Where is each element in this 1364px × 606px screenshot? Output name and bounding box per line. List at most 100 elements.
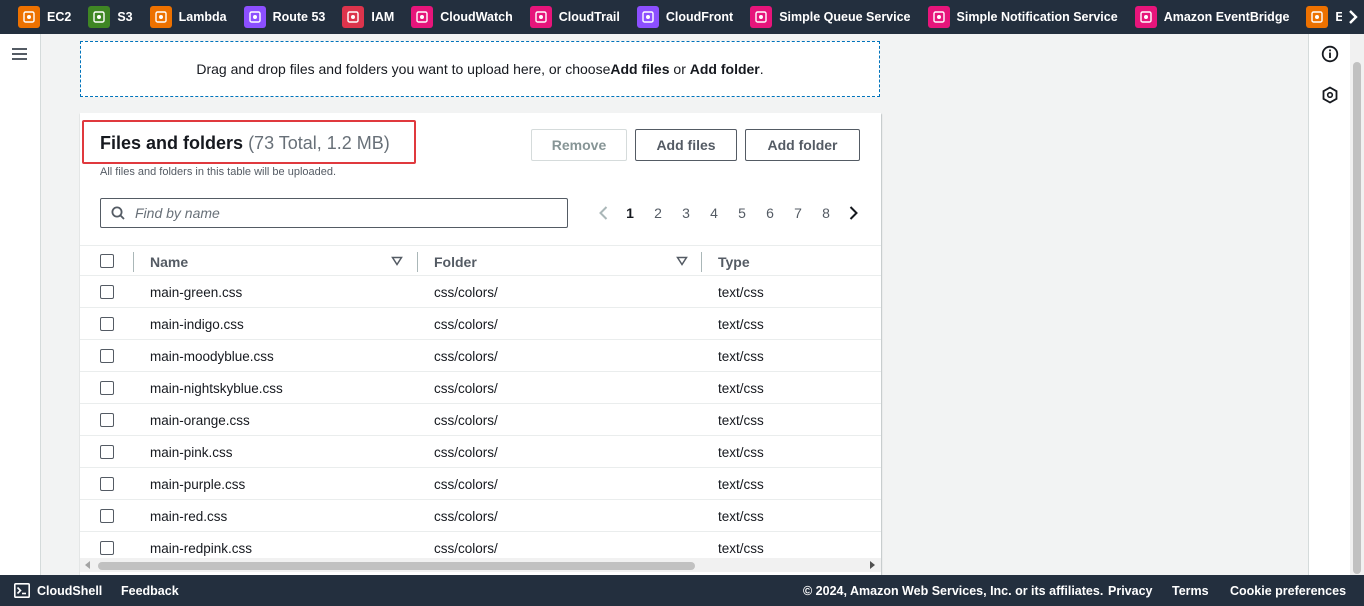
dropzone-add-folder-text: Add folder xyxy=(689,61,760,77)
select-all-checkbox[interactable] xyxy=(100,254,114,268)
right-tools-rail xyxy=(1308,34,1350,575)
row-checkbox[interactable] xyxy=(100,413,114,427)
favorite-label: S3 xyxy=(117,10,133,24)
chevron-right-icon xyxy=(1349,10,1358,24)
file-name-cell: main-orange.css xyxy=(150,413,250,428)
file-name-cell: main-green.css xyxy=(150,285,243,300)
table-horizontal-scrollbar[interactable] xyxy=(80,558,881,572)
favorite-label: CloudTrail xyxy=(558,10,620,24)
favorite-label: CloudFront xyxy=(665,10,734,24)
page-5-button[interactable]: 5 xyxy=(728,205,756,221)
page-scrollbar-thumb[interactable] xyxy=(1353,62,1361,574)
row-checkbox[interactable] xyxy=(100,445,114,459)
previous-page-button[interactable] xyxy=(594,203,612,223)
table-row[interactable]: main-moodyblue.css css/colors/text/css xyxy=(80,340,881,372)
add-files-button[interactable]: Add files xyxy=(635,129,737,161)
favorite-label: Amazon EventBridge xyxy=(1163,10,1290,24)
folder-cell: css/colors/ xyxy=(434,285,498,300)
cookie-preferences-link[interactable]: Cookie preferences xyxy=(1230,584,1346,598)
files-table: Name Folder Type main-green.css css/color… xyxy=(80,245,881,564)
table-row[interactable]: main-purple.css css/colors/text/css xyxy=(80,468,881,500)
sort-icon[interactable] xyxy=(391,256,403,266)
column-header-folder[interactable]: Folder xyxy=(434,254,477,270)
scroll-left-icon[interactable] xyxy=(84,561,92,569)
type-cell: text/css xyxy=(718,445,764,460)
table-row[interactable]: main-red.css css/colors/text/css xyxy=(80,500,881,532)
search-icon xyxy=(111,206,125,220)
favorite-lambda[interactable]: Lambda xyxy=(149,6,227,28)
scroll-right-icon[interactable] xyxy=(868,561,876,569)
folder-cell: css/colors/ xyxy=(434,349,498,364)
favorite-sqs[interactable]: Simple Queue Service xyxy=(750,6,911,28)
page-2-button[interactable]: 2 xyxy=(644,205,672,221)
folder-cell: css/colors/ xyxy=(434,381,498,396)
console-footer: CloudShell Feedback © 2024, Amazon Web S… xyxy=(0,575,1364,606)
favorite-cloudwatch[interactable]: CloudWatch xyxy=(411,6,513,28)
favorite-eventbridge[interactable]: Amazon EventBridge xyxy=(1134,6,1290,28)
column-header-name[interactable]: Name xyxy=(150,254,188,270)
add-folder-button[interactable]: Add folder xyxy=(745,129,860,161)
page-scrollbar[interactable] xyxy=(1350,34,1364,575)
elastic-beanstalk-icon xyxy=(1306,6,1329,28)
pagination: 12345678 xyxy=(590,202,866,224)
ec2-icon xyxy=(18,6,40,28)
favorite-sns[interactable]: Simple Notification Service xyxy=(927,6,1118,28)
favorite-ec2[interactable]: EC2 xyxy=(18,6,71,28)
dropzone-suffix: . xyxy=(759,61,764,77)
favorite-s3[interactable]: S3 xyxy=(88,6,133,28)
row-checkbox[interactable] xyxy=(100,541,114,555)
favorite-label: Lambda xyxy=(178,10,227,24)
page-7-button[interactable]: 7 xyxy=(784,205,812,221)
page-8-button[interactable]: 8 xyxy=(812,205,840,221)
row-checkbox[interactable] xyxy=(100,285,114,299)
type-cell: text/css xyxy=(718,477,764,492)
table-scrollbar-thumb[interactable] xyxy=(98,562,695,570)
remove-button[interactable]: Remove xyxy=(531,129,627,161)
feedback-link[interactable]: Feedback xyxy=(121,584,179,598)
page-6-button[interactable]: 6 xyxy=(756,205,784,221)
next-page-button[interactable] xyxy=(844,203,862,223)
table-row[interactable]: main-green.css css/colors/text/css xyxy=(80,276,881,308)
favorite-cloudfront[interactable]: CloudFront xyxy=(636,6,734,28)
row-checkbox[interactable] xyxy=(100,477,114,491)
page-3-button[interactable]: 3 xyxy=(672,205,700,221)
search-field[interactable] xyxy=(100,198,568,228)
privacy-link[interactable]: Privacy xyxy=(1108,584,1152,598)
table-row[interactable]: main-pink.css css/colors/text/css xyxy=(80,436,881,468)
favorite-cloudtrail[interactable]: CloudTrail xyxy=(529,6,620,28)
column-divider[interactable] xyxy=(417,252,418,272)
column-divider[interactable] xyxy=(701,252,702,272)
cloudshell-icon xyxy=(14,583,30,598)
menu-icon[interactable] xyxy=(12,48,27,60)
row-checkbox[interactable] xyxy=(100,381,114,395)
column-divider xyxy=(133,252,134,272)
favorite-label: Route 53 xyxy=(272,10,326,24)
table-row[interactable]: main-orange.css css/colors/text/css xyxy=(80,404,881,436)
page-1-button[interactable]: 1 xyxy=(616,205,644,221)
file-name-cell: main-redpink.css xyxy=(150,541,253,556)
favorite-iam[interactable]: IAM xyxy=(342,6,394,28)
search-input[interactable] xyxy=(135,205,555,221)
table-row[interactable]: main-indigo.css css/colors/text/css xyxy=(80,308,881,340)
favorites-scroll-right-button[interactable] xyxy=(1342,0,1364,34)
folder-cell: css/colors/ xyxy=(434,445,498,460)
info-icon[interactable] xyxy=(1321,45,1339,63)
cloudfront-icon xyxy=(636,6,659,28)
files-and-folders-panel: Files and folders (73 Total, 1.2 MB) All… xyxy=(80,113,881,575)
page-numbers: 12345678 xyxy=(616,205,840,221)
folder-cell: css/colors/ xyxy=(434,541,498,556)
eventbridge-icon xyxy=(1134,6,1157,28)
favorite-route53[interactable]: Route 53 xyxy=(243,6,326,28)
file-name-cell: main-pink.css xyxy=(150,445,233,460)
column-header-type[interactable]: Type xyxy=(718,254,750,270)
row-checkbox[interactable] xyxy=(100,509,114,523)
row-checkbox[interactable] xyxy=(100,317,114,331)
row-checkbox[interactable] xyxy=(100,349,114,363)
cloudshell-link[interactable]: CloudShell xyxy=(37,584,102,598)
sort-icon[interactable] xyxy=(676,256,688,266)
table-row[interactable]: main-nightskyblue.css css/colors/text/css xyxy=(80,372,881,404)
upload-dropzone[interactable]: Drag and drop files and folders you want… xyxy=(80,41,880,97)
terms-link[interactable]: Terms xyxy=(1172,584,1209,598)
hexagon-feature-icon[interactable] xyxy=(1321,86,1339,104)
page-4-button[interactable]: 4 xyxy=(700,205,728,221)
